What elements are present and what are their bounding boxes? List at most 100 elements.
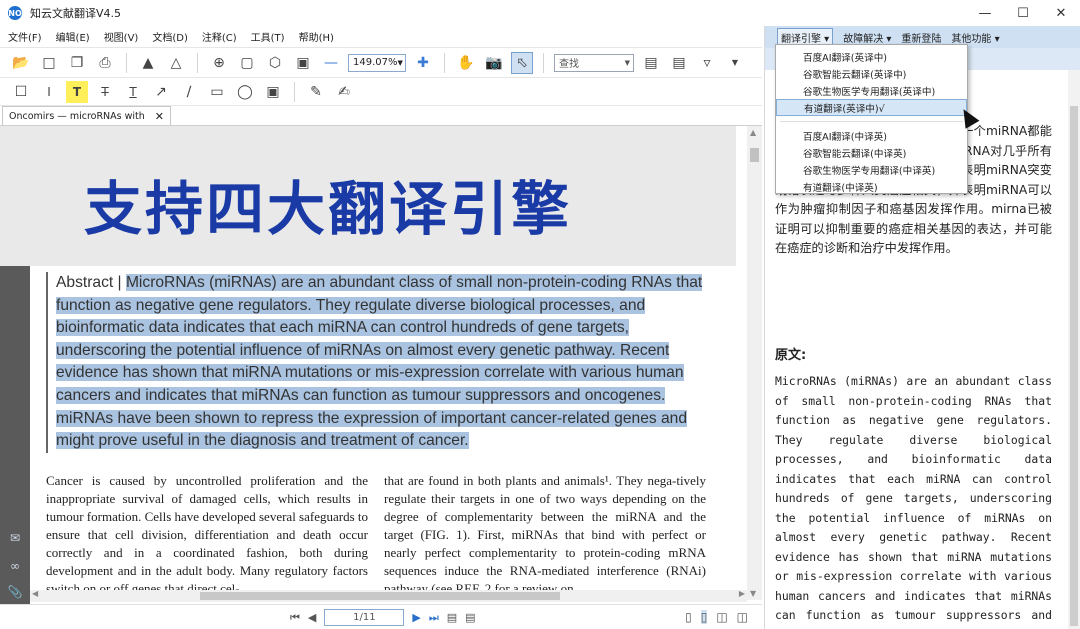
highlight-icon[interactable]: T — [66, 80, 88, 103]
body-column-left: Cancer is caused by uncontrolled prolife… — [46, 473, 369, 596]
forward-view-icon[interactable]: ▤ — [465, 611, 475, 624]
search-next-icon[interactable]: ▤ — [668, 52, 690, 74]
translation-scrollbar[interactable] — [1068, 70, 1080, 629]
engine-option[interactable]: 有道翻译(中译英) — [776, 178, 967, 195]
relogin-button[interactable]: 重新登陆 — [901, 30, 941, 45]
chevron-down-icon: ▼ — [397, 58, 403, 67]
flip-horizontal-icon[interactable]: ▲ — [137, 52, 159, 74]
engine-option[interactable]: 谷歌智能云翻译(英译中) — [776, 65, 967, 82]
engine-option[interactable]: 谷歌生物医学专用翻译(中译英) — [776, 161, 967, 178]
zoom-level-value: 149.07% — [353, 57, 398, 68]
actual-size-icon[interactable]: ▣ — [292, 52, 314, 74]
pdf-page: Abstract | MicroRNAs (miRNAs) are an abu… — [30, 266, 738, 604]
document-horizontal-scrollbar[interactable]: ◀ ▶ — [30, 589, 747, 602]
abstract-label: Abstract | — [56, 274, 122, 291]
translation-scroll-thumb[interactable] — [1070, 106, 1078, 626]
document-vertical-scrollbar[interactable]: ▲ ▼ — [747, 126, 762, 600]
window-controls: — ☐ ✕ — [966, 0, 1080, 26]
comment-panel-icon[interactable]: ✉ — [7, 530, 23, 546]
underline-icon[interactable]: T — [122, 81, 144, 103]
arrow-icon[interactable]: ↗ — [150, 81, 172, 103]
last-page-icon[interactable]: ⏭ — [429, 611, 439, 625]
page-number-value: 1/11 — [353, 612, 376, 623]
print-icon[interactable]: ⎙ — [94, 52, 116, 74]
menu-file[interactable]: 文件(F) — [8, 29, 42, 44]
scroll-down-icon[interactable]: ▼ — [750, 589, 756, 598]
view-mode-buttons: ▯ ▯ ◫ ◫ — [685, 610, 748, 624]
engine-option[interactable]: 谷歌生物医学专用翻译(英译中) — [776, 82, 967, 99]
close-window-button[interactable]: ✕ — [1042, 0, 1080, 26]
edit-note-icon[interactable]: ✎ — [305, 81, 327, 103]
close-tab-icon[interactable]: ✕ — [155, 110, 164, 123]
troubleshoot-menu[interactable]: 故障解决 ▾ — [843, 30, 891, 45]
strikethrough-icon[interactable]: T — [94, 81, 116, 103]
flip-vertical-icon[interactable]: △ — [165, 52, 187, 74]
hand-tool-icon[interactable]: ✋ — [455, 52, 477, 74]
translation-engine-dropdown: 百度AI翻译(英译中) 谷歌智能云翻译(英译中) 谷歌生物医学专用翻译(英译中)… — [775, 44, 968, 194]
menu-comment[interactable]: 注释(C) — [202, 29, 237, 44]
menu-edit[interactable]: 编辑(E) — [56, 29, 90, 44]
plus-zoom-icon[interactable]: ✚ — [412, 52, 434, 74]
snapshot-camera-icon[interactable]: 📷 — [483, 52, 505, 74]
single-page-view-icon[interactable]: ▯ — [685, 610, 692, 624]
fit-width-icon[interactable]: ⬡ — [264, 52, 286, 74]
note-comment-icon[interactable]: ☐ — [10, 81, 32, 103]
first-page-icon[interactable]: ⏮ — [290, 611, 300, 625]
original-text-heading: 原文: — [775, 348, 807, 363]
filter-icon[interactable]: ▿ — [696, 52, 718, 74]
horizontal-scroll-thumb[interactable] — [200, 592, 560, 600]
link-panel-icon[interactable]: ∞ — [7, 558, 23, 574]
prev-page-icon[interactable]: ◀ — [308, 611, 316, 624]
toolbar-divider — [126, 52, 127, 73]
engine-option-selected[interactable]: 有道翻译(英译中)√ — [776, 99, 967, 116]
engine-option[interactable]: 百度AI翻译(英译中) — [776, 48, 967, 65]
scroll-up-icon[interactable]: ▲ — [750, 128, 756, 137]
rectangle-icon[interactable]: ▭ — [206, 81, 228, 103]
text-insert-icon[interactable]: I — [38, 81, 60, 103]
menu-document[interactable]: 文档(D) — [152, 29, 188, 44]
menu-tools[interactable]: 工具(T) — [251, 29, 285, 44]
document-tab-label: Oncomirs — microRNAs with — [9, 110, 145, 122]
abstract-block[interactable]: Abstract | MicroRNAs (miRNAs) are an abu… — [46, 272, 711, 453]
continuous-view-icon[interactable]: ▯ — [700, 610, 708, 624]
select-cursor-icon[interactable]: ⬁ — [511, 51, 533, 74]
stamp-icon[interactable]: ▣ — [262, 81, 284, 103]
zoom-level-select[interactable]: 149.07% ▼ — [348, 53, 406, 72]
attachment-panel-icon[interactable]: 📎 — [7, 584, 23, 600]
search-input[interactable]: 查找 ▼ — [554, 53, 634, 72]
menu-view[interactable]: 视图(V) — [104, 29, 139, 44]
facing-view-icon[interactable]: ◫ — [716, 610, 727, 624]
facing-continuous-view-icon[interactable]: ◫ — [737, 610, 748, 624]
window-title: 知云文献翻译V4.5 — [30, 7, 122, 20]
original-text: MicroRNAs (miRNAs) are an abundant class… — [775, 374, 1052, 629]
search-prev-icon[interactable]: ▤ — [640, 52, 662, 74]
zoom-in-icon[interactable]: ⊕ — [208, 52, 230, 74]
engine-option[interactable]: 百度AI翻译(中译英) — [776, 127, 967, 144]
document-tab[interactable]: Oncomirs — microRNAs with ✕ — [2, 106, 171, 125]
page-number-input[interactable]: 1/11 — [324, 609, 405, 626]
back-view-icon[interactable]: ▤ — [447, 611, 457, 624]
scroll-left-icon[interactable]: ◀ — [32, 589, 38, 598]
next-page-icon[interactable]: ▶ — [412, 611, 420, 624]
ellipse-icon[interactable]: ◯ — [234, 81, 256, 103]
scroll-thumb[interactable] — [750, 148, 759, 162]
minimize-button[interactable]: — — [966, 0, 1004, 26]
chevron-down-icon[interactable]: ▼ — [724, 52, 746, 74]
title-bar: NO 知云文献翻译V4.5 — ☐ ✕ — [0, 0, 1080, 26]
other-functions-menu[interactable]: 其他功能 ▾ — [951, 30, 999, 45]
chevron-down-icon: ▼ — [624, 58, 630, 67]
open-folder-icon[interactable]: 📂 — [10, 52, 32, 74]
line-icon[interactable]: ∕ — [178, 81, 200, 103]
edit-form-icon[interactable]: ✍ — [333, 81, 355, 103]
zoom-out-icon[interactable]: — — [320, 52, 342, 74]
maximize-button[interactable]: ☐ — [1004, 0, 1042, 26]
menu-help[interactable]: 帮助(H) — [299, 29, 334, 44]
toolbar-divider — [197, 52, 198, 73]
fit-page-icon[interactable]: ▢ — [236, 52, 258, 74]
document-viewport: ✉ ∞ 📎 支持四大翻译引擎 Abstract | MicroRNAs (miR… — [0, 126, 762, 606]
engine-option[interactable]: 谷歌智能云翻译(中译英) — [776, 144, 967, 161]
save-icon[interactable]: □ — [38, 52, 60, 74]
banner-title: 支持四大翻译引擎 — [84, 175, 573, 243]
scroll-right-icon[interactable]: ▶ — [739, 589, 745, 598]
save-as-icon[interactable]: ❐ — [66, 52, 88, 74]
